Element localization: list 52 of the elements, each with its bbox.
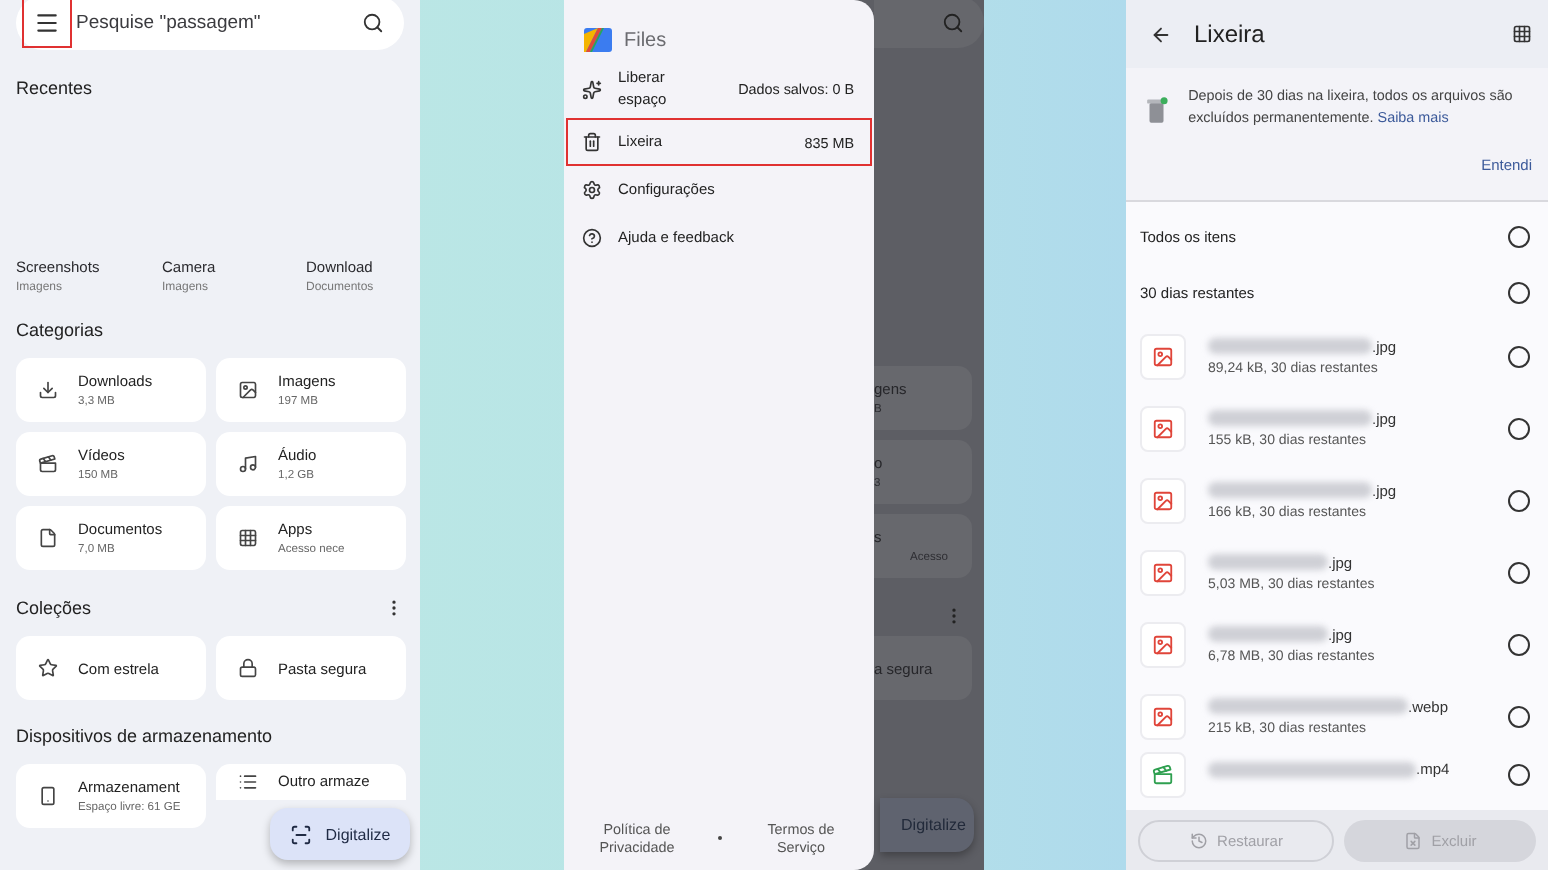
radio-button[interactable] [1508, 561, 1530, 583]
list-icon [238, 772, 258, 792]
star-icon [38, 658, 58, 678]
video-icon [1152, 764, 1174, 786]
radio-button[interactable] [1508, 633, 1530, 655]
video-icon [38, 454, 58, 474]
search-bar[interactable]: Pesquise "passagem" [16, 0, 404, 50]
redacted-name [1208, 554, 1328, 570]
settings-icon [582, 180, 602, 200]
radio-button[interactable] [1508, 281, 1530, 303]
music-icon [238, 454, 258, 474]
image-icon [1152, 345, 1174, 367]
grid-icon [238, 528, 258, 548]
radio-button[interactable] [1508, 764, 1530, 786]
image-icon [1152, 705, 1174, 727]
sparkle-icon [582, 79, 602, 99]
lock-icon [238, 658, 258, 678]
delete-icon [1403, 831, 1422, 849]
search-field[interactable]: Pesquise "passagem" [76, 12, 362, 34]
section-title: Recentes [16, 78, 93, 98]
files-logo-icon [584, 28, 612, 52]
radio-button[interactable] [1508, 225, 1530, 247]
radio-button[interactable] [1508, 417, 1530, 439]
radio-button[interactable] [1508, 705, 1530, 727]
menu-button[interactable] [22, 0, 72, 48]
separator-dot [717, 836, 721, 841]
phone-icon [38, 786, 58, 806]
radio-button[interactable] [1508, 345, 1530, 367]
download-icon [38, 380, 58, 400]
redacted-name [1208, 626, 1328, 642]
section-title: Categorias [16, 320, 104, 340]
restore-icon [1189, 831, 1208, 849]
trash-icon [582, 132, 602, 152]
image-icon [238, 380, 258, 400]
scan-icon [289, 823, 312, 845]
grid-icon[interactable] [1512, 24, 1532, 44]
radio-button[interactable] [1508, 489, 1530, 511]
document-icon [38, 528, 58, 548]
scan-button[interactable]: Digitalize [270, 808, 410, 860]
image-icon [1152, 561, 1174, 583]
search-icon [942, 11, 964, 33]
back-icon[interactable] [1150, 23, 1172, 45]
image-icon [1152, 489, 1174, 511]
image-icon [1152, 633, 1174, 655]
section-title: Dispositivos de armazenamento [16, 726, 273, 746]
app-name: Files [624, 29, 667, 51]
search-icon[interactable] [362, 12, 384, 34]
page-title: Lixeira [1194, 20, 1267, 48]
menu-icon [34, 10, 60, 36]
help-icon [582, 228, 602, 248]
image-icon [1152, 417, 1174, 439]
section-title: Coleções [16, 598, 92, 618]
